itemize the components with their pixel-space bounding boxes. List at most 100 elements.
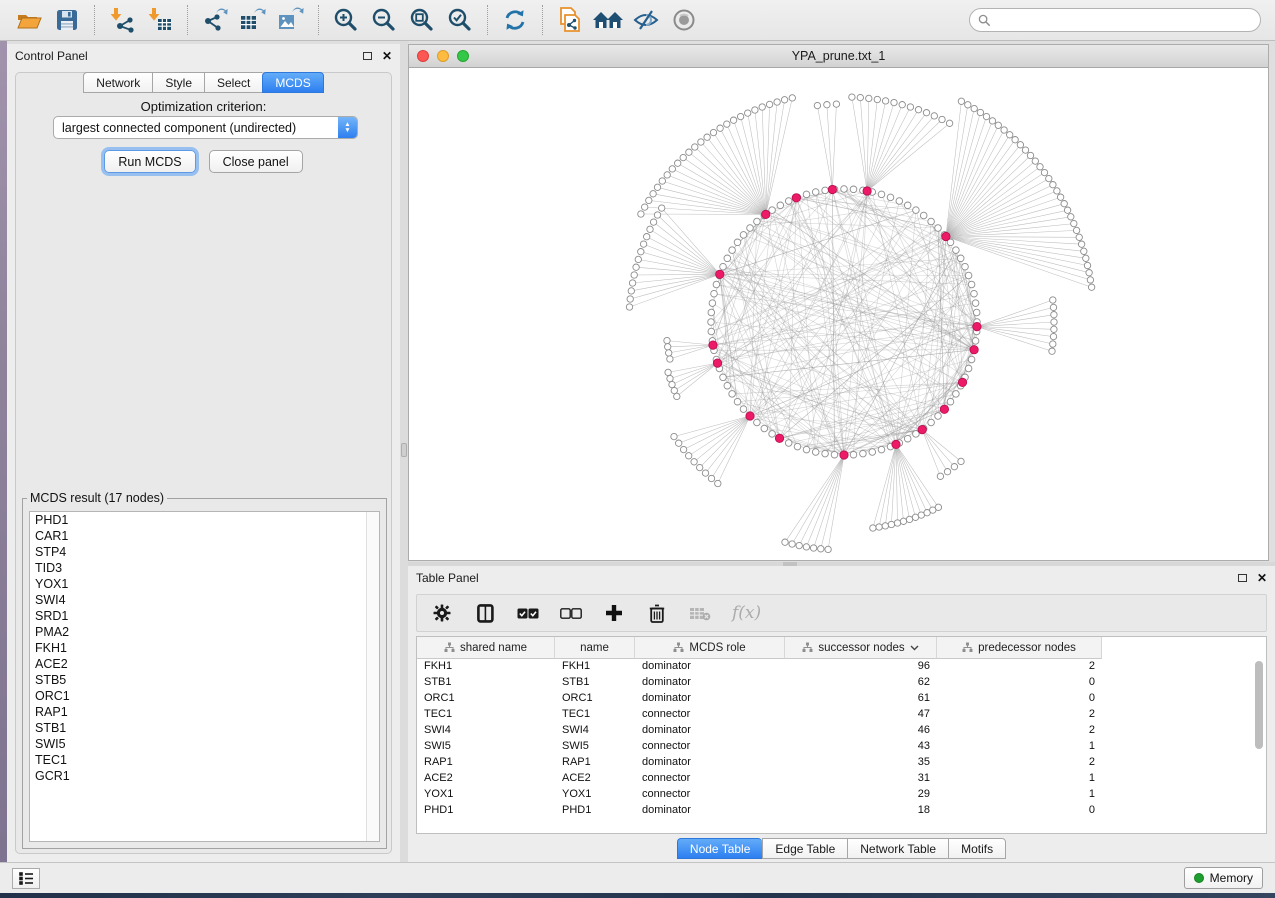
network-search-box[interactable] xyxy=(969,8,1261,32)
fan-node[interactable] xyxy=(659,178,665,184)
fan-node[interactable] xyxy=(803,544,809,550)
close-panel-icon[interactable]: ✕ xyxy=(1257,572,1267,584)
table-cell[interactable]: connector xyxy=(635,771,785,787)
fan-node[interactable] xyxy=(995,122,1001,128)
export-image-button[interactable] xyxy=(274,4,308,36)
table-cell[interactable]: 47 xyxy=(785,707,937,723)
network-node[interactable] xyxy=(711,290,718,297)
fan-node[interactable] xyxy=(715,480,721,486)
mcds-result-item[interactable]: ORC1 xyxy=(30,688,379,704)
table-cell[interactable]: 1 xyxy=(937,771,1102,787)
mcds-result-item[interactable]: TEC1 xyxy=(30,752,379,768)
network-node[interactable] xyxy=(831,451,838,458)
fan-node[interactable] xyxy=(737,113,743,119)
mcds-node[interactable] xyxy=(940,405,948,413)
network-node[interactable] xyxy=(972,338,979,345)
mcds-result-item[interactable]: STB1 xyxy=(30,720,379,736)
fan-node[interactable] xyxy=(781,97,787,103)
clear-selection-button[interactable] xyxy=(560,602,582,624)
fan-node[interactable] xyxy=(1086,270,1092,276)
network-node[interactable] xyxy=(720,263,727,270)
table-cell[interactable]: 35 xyxy=(785,755,937,771)
fan-node[interactable] xyxy=(708,475,714,481)
fan-node[interactable] xyxy=(857,94,863,100)
table-cell[interactable]: dominator xyxy=(635,675,785,691)
fan-node[interactable] xyxy=(702,470,708,476)
table-cell[interactable]: PHD1 xyxy=(417,803,555,819)
network-node[interactable] xyxy=(822,450,829,457)
fan-node[interactable] xyxy=(989,118,995,124)
network-node[interactable] xyxy=(794,443,801,450)
fan-node[interactable] xyxy=(900,518,906,524)
fan-node[interactable] xyxy=(724,121,730,127)
network-node[interactable] xyxy=(841,186,848,193)
table-cell[interactable]: ACE2 xyxy=(417,771,555,787)
table-cell[interactable]: ORC1 xyxy=(417,691,555,707)
fan-node[interactable] xyxy=(915,107,921,113)
table-cell[interactable]: 1 xyxy=(937,787,1102,803)
fan-node[interactable] xyxy=(691,459,697,465)
table-options-gear-button[interactable] xyxy=(431,602,453,624)
mcds-node[interactable] xyxy=(762,210,770,218)
fan-node[interactable] xyxy=(1078,241,1084,247)
table-cell[interactable]: FKH1 xyxy=(555,659,635,675)
table-cell[interactable]: 61 xyxy=(785,691,937,707)
network-node[interactable] xyxy=(878,191,885,198)
table-scrollbar[interactable] xyxy=(1255,661,1263,829)
fan-node[interactable] xyxy=(888,521,894,527)
fan-node[interactable] xyxy=(642,204,648,210)
fan-node[interactable] xyxy=(644,234,650,240)
mcds-node[interactable] xyxy=(863,187,871,195)
mcds-result-item[interactable]: GCR1 xyxy=(30,768,379,784)
mcds-result-item[interactable]: FKH1 xyxy=(30,640,379,656)
zoom-fit-button[interactable] xyxy=(405,4,439,36)
column-header-successor-nodes[interactable]: successor nodes xyxy=(785,637,937,659)
table-cell[interactable]: 18 xyxy=(785,803,937,819)
network-node[interactable] xyxy=(803,191,810,198)
network-node[interactable] xyxy=(968,281,975,288)
fan-node[interactable] xyxy=(697,464,703,470)
fan-node[interactable] xyxy=(1051,326,1057,332)
fan-node[interactable] xyxy=(710,129,716,135)
hide-graphics-details-button[interactable] xyxy=(629,4,663,36)
fan-node[interactable] xyxy=(789,95,795,101)
fan-node[interactable] xyxy=(874,96,880,102)
network-node[interactable] xyxy=(896,198,903,205)
network-node[interactable] xyxy=(709,300,716,307)
fan-node[interactable] xyxy=(796,542,802,548)
network-node[interactable] xyxy=(965,272,972,279)
table-cell[interactable]: dominator xyxy=(635,691,785,707)
fan-node[interactable] xyxy=(676,440,682,446)
network-node[interactable] xyxy=(708,309,715,316)
fan-node[interactable] xyxy=(1068,214,1074,220)
fan-node[interactable] xyxy=(635,256,641,262)
fan-node[interactable] xyxy=(692,144,698,150)
table-cell[interactable]: 0 xyxy=(937,675,1102,691)
table-cell[interactable]: TEC1 xyxy=(417,707,555,723)
network-node[interactable] xyxy=(754,218,761,225)
column-header-mcds-role[interactable]: MCDS role xyxy=(635,637,785,659)
zoom-selected-button[interactable] xyxy=(443,4,477,36)
fan-node[interactable] xyxy=(671,433,677,439)
fan-node[interactable] xyxy=(935,504,941,510)
network-node[interactable] xyxy=(904,202,911,209)
tab-motifs[interactable]: Motifs xyxy=(948,838,1006,859)
fan-node[interactable] xyxy=(704,134,710,140)
fan-node[interactable] xyxy=(1061,201,1067,207)
network-node[interactable] xyxy=(734,398,741,405)
fan-node[interactable] xyxy=(849,94,855,100)
table-cell[interactable]: 31 xyxy=(785,771,937,787)
fan-node[interactable] xyxy=(1073,227,1079,233)
fan-node[interactable] xyxy=(1064,207,1070,213)
fan-node[interactable] xyxy=(629,280,635,286)
network-node[interactable] xyxy=(972,300,979,307)
network-titlebar[interactable]: YPA_prune.txt_1 xyxy=(409,45,1268,68)
fan-node[interactable] xyxy=(664,337,670,343)
scrollbar-thumb[interactable] xyxy=(1255,661,1263,749)
float-panel-icon[interactable] xyxy=(363,52,372,60)
fan-node[interactable] xyxy=(680,446,686,452)
table-cell[interactable]: YOX1 xyxy=(417,787,555,803)
tab-network-table[interactable]: Network Table xyxy=(847,838,948,859)
table-cell[interactable]: connector xyxy=(635,739,785,755)
network-node[interactable] xyxy=(971,290,978,297)
